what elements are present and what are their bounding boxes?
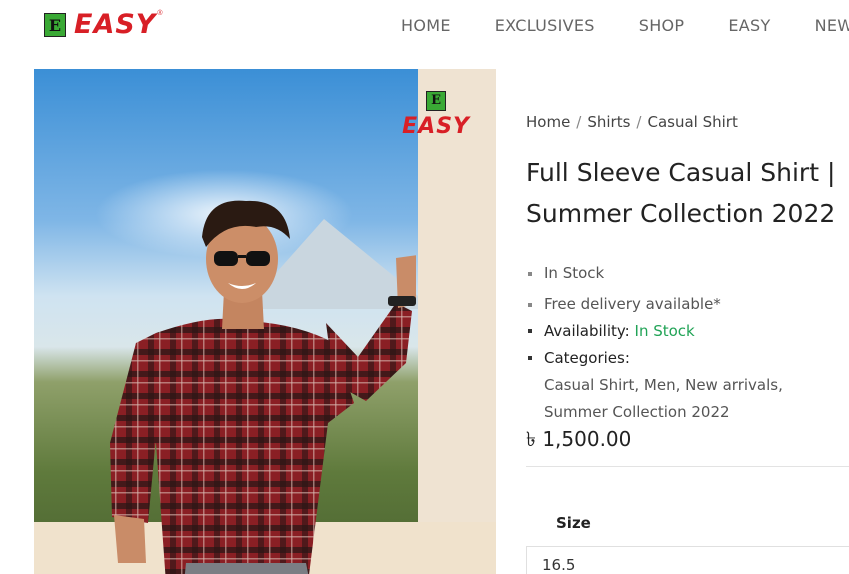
logo-text: EASY xyxy=(74,9,157,40)
categories-links[interactable]: Casual Shirt, Men, New arrivals, xyxy=(544,376,783,394)
nav-shop[interactable]: SHOP xyxy=(639,16,685,35)
size-option[interactable]: 16.5 xyxy=(542,556,575,574)
availability-value: In Stock xyxy=(634,322,695,340)
product-meta: Availability: In Stock Categories: Casua… xyxy=(526,318,849,426)
main-nav: HOME EXCLUSIVES SHOP EASY NEWS xyxy=(401,16,849,35)
nav-easy[interactable]: EASY xyxy=(728,16,770,35)
image-logo-text: EASY xyxy=(402,114,470,139)
breadcrumb-separator: / xyxy=(576,113,582,131)
product-title: Full Sleeve Casual Shirt | Summer Collec… xyxy=(526,158,836,228)
logo-registered-mark: ® xyxy=(157,10,163,17)
image-watermark-logo: E EASY xyxy=(402,91,470,139)
categories-row: Categories: Casual Shirt, Men, New arriv… xyxy=(526,345,849,426)
logo-badge-icon: E xyxy=(44,13,66,37)
categories-links-continued[interactable]: Summer Collection 2022 xyxy=(544,399,849,426)
image-wall xyxy=(418,69,496,574)
nav-home[interactable]: HOME xyxy=(401,16,451,35)
site-logo[interactable]: E EASY ® xyxy=(44,9,163,40)
product-image[interactable]: E EASY xyxy=(34,69,496,574)
availability-row: Availability: In Stock xyxy=(526,318,849,345)
divider xyxy=(526,466,849,467)
product-price: ৳ 1,500.00 xyxy=(526,427,632,451)
categories-label: Categories: xyxy=(544,349,630,367)
image-logo-badge-icon: E xyxy=(426,91,447,111)
breadcrumb-shirts[interactable]: Shirts xyxy=(587,113,630,131)
breadcrumb-separator: / xyxy=(636,113,642,131)
breadcrumb-home[interactable]: Home xyxy=(526,113,570,131)
availability-label: Availability: xyxy=(544,322,630,340)
product-features: In Stock Free delivery available* xyxy=(526,258,721,320)
model-figure xyxy=(110,200,416,574)
size-label: Size xyxy=(556,514,591,532)
feature-item: Free delivery available* xyxy=(526,289,721,320)
breadcrumb-current: Casual Shirt xyxy=(647,113,738,131)
breadcrumb: Home / Shirts / Casual Shirt xyxy=(526,113,738,131)
nav-news[interactable]: NEWS xyxy=(815,16,849,35)
feature-item: In Stock xyxy=(526,258,721,289)
nav-exclusives[interactable]: EXCLUSIVES xyxy=(495,16,595,35)
